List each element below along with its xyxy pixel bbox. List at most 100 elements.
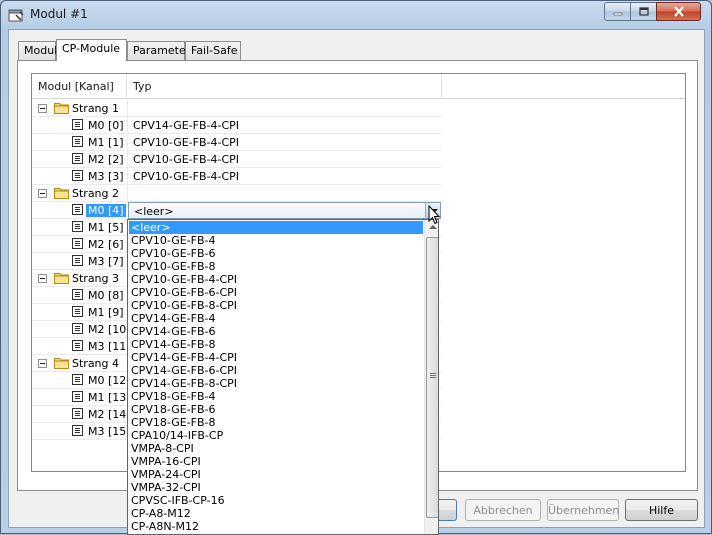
- dropdown-option[interactable]: CP-A8-M12: [129, 507, 423, 520]
- strand-label: Strang 2: [72, 187, 120, 200]
- dropdown-option[interactable]: CPV14-GE-FB-6: [129, 325, 423, 338]
- dropdown-option[interactable]: CPV18-GE-FB-4: [129, 390, 423, 403]
- window-properties-icon: [8, 9, 24, 22]
- dropdown-option[interactable]: VMPA-24-CPI: [129, 468, 423, 481]
- dropdown-option[interactable]: <leer>: [129, 221, 423, 234]
- maximize-button[interactable]: [630, 2, 657, 21]
- strand-row[interactable]: Strang 1: [32, 100, 441, 117]
- maximize-icon: [638, 7, 649, 16]
- type-cell[interactable]: CPV14-GE-FB-4-CPI: [127, 117, 441, 134]
- dropdown-option[interactable]: CPV18-GE-FB-6: [129, 403, 423, 416]
- dropdown-option[interactable]: CPV14-GE-FB-6-CPI: [129, 364, 423, 377]
- tab-fail-safe[interactable]: Fail-Safe: [185, 41, 241, 60]
- dropdown-option[interactable]: VMPA-32-CPI: [129, 481, 423, 494]
- grip-line: [430, 377, 436, 378]
- module-icon: [72, 119, 83, 130]
- module-row[interactable]: M1 [1] CPV10-GE-FB-4-CPI: [32, 134, 441, 151]
- type-dropdown-list[interactable]: <leer> CPV10-GE-FB-4 CPV10-GE-FB-6 CPV10-GE…: [127, 219, 439, 535]
- module-row[interactable]: M3 [3] CPV10-GE-FB-4-CPI: [32, 168, 441, 185]
- strand-label: Strang 1: [72, 102, 120, 115]
- mouse-pointer-icon: [428, 205, 440, 225]
- title-bar[interactable]: Modul #1: [1, 1, 711, 29]
- module-icon: [72, 136, 83, 147]
- dropdown-option[interactable]: VMPA-16-CPI: [129, 455, 423, 468]
- dropdown-option[interactable]: CPV10-GE-FB-4: [129, 234, 423, 247]
- dropdown-option[interactable]: CPV14-GE-FB-8: [129, 338, 423, 351]
- module-icon: [72, 408, 83, 419]
- module-label: M1 [1]: [88, 136, 124, 149]
- dialog-window: Modul #1 Modul CP-Module Parameter Fail-…: [0, 0, 712, 535]
- grip-line: [430, 373, 436, 374]
- dropdown-option[interactable]: CPV10-GE-FB-8-CPI: [129, 299, 423, 312]
- tab-parameter[interactable]: Parameter: [127, 41, 190, 60]
- window-title: Modul #1: [30, 7, 88, 21]
- module-icon: [72, 289, 83, 300]
- type-cell: [127, 100, 441, 117]
- folder-icon: [54, 358, 69, 369]
- module-icon: [72, 153, 83, 164]
- dropdown-option[interactable]: CPV10-GE-FB-4-CPI: [129, 273, 423, 286]
- module-icon: [72, 204, 83, 215]
- module-label: M1 [9]: [88, 306, 124, 319]
- module-label: M3 [15]: [88, 425, 131, 438]
- tab-modul[interactable]: Modul: [18, 41, 57, 60]
- folder-icon: [54, 103, 69, 114]
- tab-cp-module[interactable]: CP-Module: [56, 39, 127, 61]
- type-combobox[interactable]: <leer>: [128, 202, 441, 219]
- module-label: M2 [6]: [88, 238, 124, 251]
- module-icon: [72, 374, 83, 385]
- close-button[interactable]: [656, 2, 701, 21]
- dropdown-option[interactable]: CPVSC-IFB-CP-16: [129, 494, 423, 507]
- dropdown-option[interactable]: CPA10/14-IFB-CP: [129, 429, 423, 442]
- dropdown-option[interactable]: CPV14-GE-FB-4-CPI: [129, 351, 423, 364]
- module-label: M0 [0]: [88, 119, 124, 132]
- close-icon: [673, 6, 684, 17]
- strand-row[interactable]: Strang 2: [32, 185, 441, 202]
- dropdown-option[interactable]: CPV10-GE-FB-8: [129, 260, 423, 273]
- dropdown-scrollbar[interactable]: [424, 220, 438, 534]
- collapse-icon[interactable]: [38, 104, 47, 113]
- column-header-module[interactable]: Modul [Kanal]: [32, 74, 127, 99]
- scrollbar-thumb[interactable]: [426, 237, 438, 518]
- strand-label: Strang 4: [72, 357, 120, 370]
- collapse-icon[interactable]: [38, 189, 47, 198]
- module-icon: [72, 255, 83, 266]
- minimize-button[interactable]: [604, 2, 631, 21]
- module-label: M0 [12]: [88, 374, 131, 387]
- dropdown-option[interactable]: CP-A8N-M12: [129, 520, 423, 533]
- dropdown-option[interactable]: CPV10-GE-FB-6: [129, 247, 423, 260]
- module-label: M2 [2]: [88, 153, 124, 166]
- dropdown-option[interactable]: CPV14-GE-FB-8-CPI: [129, 377, 423, 390]
- strand-label: Strang 3: [72, 272, 120, 285]
- dropdown-option[interactable]: CPV18-GE-FB-8: [129, 416, 423, 429]
- minimize-icon: [613, 12, 622, 15]
- column-header-type[interactable]: Typ: [127, 74, 442, 99]
- grip-line: [430, 375, 436, 376]
- apply-button[interactable]: Übernehmen: [547, 499, 619, 521]
- module-icon: [72, 425, 83, 436]
- type-cell[interactable]: CPV10-GE-FB-4-CPI: [127, 168, 441, 185]
- module-label: M1 [13]: [88, 391, 131, 404]
- type-cell[interactable]: CPV10-GE-FB-4-CPI: [127, 134, 441, 151]
- module-icon: [72, 221, 83, 232]
- module-row[interactable]: M0 [4] <leer>: [32, 202, 441, 219]
- module-row[interactable]: M2 [2] CPV10-GE-FB-4-CPI: [32, 151, 441, 168]
- module-label: M1 [5]: [88, 221, 124, 234]
- grid-header: Modul [Kanal] Typ: [32, 74, 685, 99]
- module-row[interactable]: M0 [0] CPV14-GE-FB-4-CPI: [32, 117, 441, 134]
- collapse-icon[interactable]: [38, 274, 47, 283]
- collapse-icon[interactable]: [38, 359, 47, 368]
- type-cell[interactable]: CPV10-GE-FB-4-CPI: [127, 151, 441, 168]
- help-button[interactable]: Hilfe: [625, 499, 698, 521]
- cancel-button[interactable]: Abbrechen: [465, 499, 541, 521]
- type-combobox-value: <leer>: [134, 205, 174, 218]
- dropdown-option[interactable]: CPV10-GE-FB-6-CPI: [129, 286, 423, 299]
- module-icon: [72, 340, 83, 351]
- folder-icon: [54, 188, 69, 199]
- module-label: M2 [10]: [88, 323, 131, 336]
- module-label: M3 [7]: [88, 255, 124, 268]
- dropdown-option[interactable]: CPV14-GE-FB-4: [129, 312, 423, 325]
- module-icon: [72, 391, 83, 402]
- dropdown-option[interactable]: VMPA-8-CPI: [129, 442, 423, 455]
- module-icon: [72, 323, 83, 334]
